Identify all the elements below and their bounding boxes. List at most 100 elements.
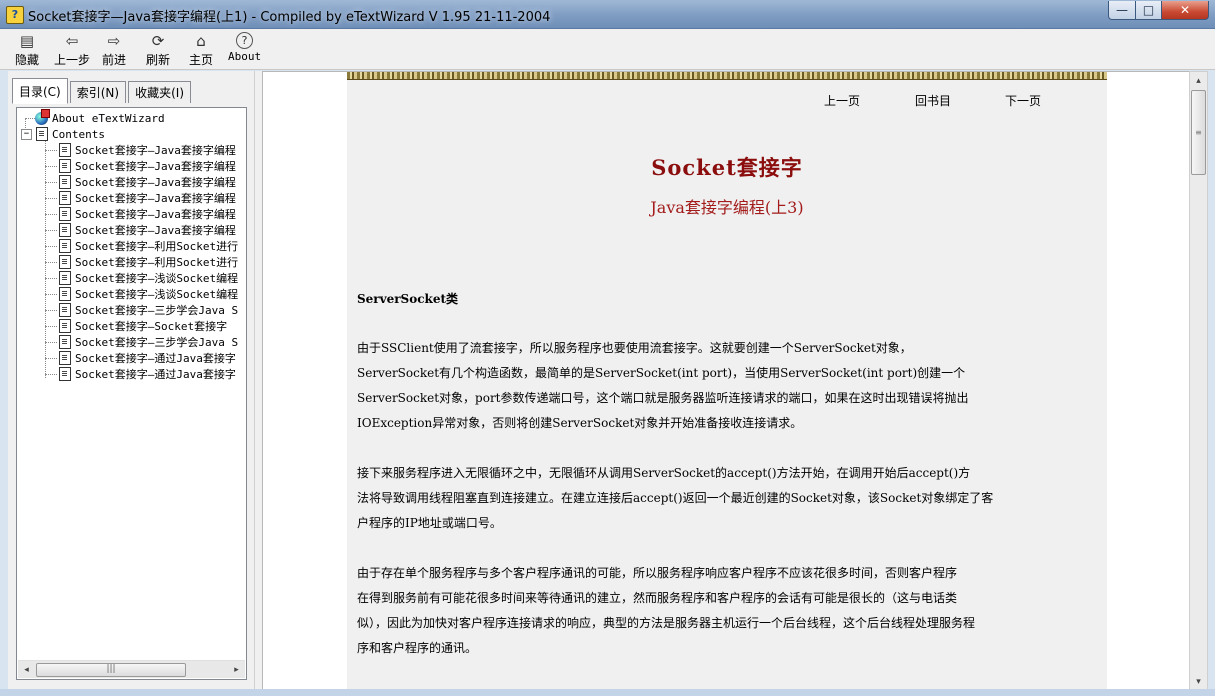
tree-item[interactable]: Socket套接字—Java套接字编程 bbox=[59, 206, 236, 222]
tree-item-label: Socket套接字—利用Socket进行 bbox=[75, 256, 239, 269]
tree-item[interactable]: Socket套接字—通过Java套接字 bbox=[59, 350, 236, 366]
tree-connector bbox=[45, 182, 57, 183]
tab-contents[interactable]: 目录(C) bbox=[12, 78, 68, 104]
paragraph: 由于存在单个服务程序与多个客户程序通讯的可能，所以服务程序响应客户程序不应该花很… bbox=[357, 561, 1087, 661]
decorative-border bbox=[347, 72, 1107, 80]
tree-connector bbox=[45, 358, 57, 359]
tree-connector bbox=[45, 278, 57, 279]
home-icon: ⌂ bbox=[196, 32, 206, 50]
text-line: 户程序的IP地址或端口号。 bbox=[357, 516, 502, 530]
page-title: Socket套接字 bbox=[651, 155, 803, 180]
back-button[interactable]: ⇦ 上一步 bbox=[54, 32, 90, 68]
tree-connector bbox=[25, 118, 35, 119]
tab-favorites[interactable]: 收藏夹(I) bbox=[128, 81, 191, 103]
text-line: 由于SSClient使用了流套接字，所以服务程序也要使用流套接字。这就要创建一个… bbox=[357, 341, 912, 355]
tree-item-label: Socket套接字—Java套接字编程 bbox=[75, 192, 236, 205]
document-icon bbox=[59, 255, 71, 269]
refresh-button-label: 刷新 bbox=[146, 53, 171, 67]
tree-item-label: Socket套接字—Java套接字编程 bbox=[75, 208, 236, 221]
text-line: IOException异常对象，否则将创建ServerSocket对象并开始准备… bbox=[357, 416, 803, 430]
tree-item-label: Socket套接字—Socket套接字 bbox=[75, 320, 228, 333]
tree-item[interactable]: Socket套接字—利用Socket进行 bbox=[59, 254, 238, 270]
tree-item-label: Socket套接字—Java套接字编程 bbox=[75, 160, 236, 173]
tree-connector bbox=[45, 214, 57, 215]
tree-item-label: Socket套接字—Java套接字编程 bbox=[75, 176, 236, 189]
web-page-icon bbox=[35, 108, 50, 125]
tree-item[interactable]: Socket套接字—三步学会Java S bbox=[59, 334, 238, 350]
help-book-icon: ? bbox=[6, 6, 24, 24]
tree-item-label: Contents bbox=[52, 127, 105, 141]
navigation-pane: 目录(C) 索引(N) 收藏夹(I) About eTextWizard − C… bbox=[8, 71, 254, 689]
horizontal-scrollbar[interactable]: ◂ ||| ▸ bbox=[18, 660, 245, 678]
tree-item[interactable]: Socket套接字—Socket套接字 bbox=[59, 318, 227, 334]
scroll-down-button[interactable]: ▾ bbox=[1190, 673, 1207, 690]
hide-button[interactable]: ▤ 隐藏 bbox=[15, 32, 39, 68]
forward-button[interactable]: ⇨ 前进 bbox=[102, 32, 126, 68]
tree-item-label: Socket套接字—利用Socket进行 bbox=[75, 240, 239, 253]
page-subtitle: Java套接字编程(上3) bbox=[650, 198, 804, 217]
tree-item-about[interactable]: About eTextWizard bbox=[35, 108, 165, 126]
home-button[interactable]: ⌂ 主页 bbox=[189, 32, 213, 68]
tree-item-label: Socket套接字—浅谈Socket编程 bbox=[75, 288, 239, 301]
tree-connector bbox=[45, 230, 57, 231]
scrollbar-thumb[interactable]: ||| bbox=[36, 663, 186, 677]
scroll-right-button[interactable]: ▸ bbox=[228, 661, 245, 678]
refresh-button[interactable]: ⟳ 刷新 bbox=[146, 32, 170, 68]
tree-connector bbox=[45, 246, 57, 247]
tree-item[interactable]: Socket套接字—Java套接字编程 bbox=[59, 142, 236, 158]
prev-page-link[interactable]: 上一页 bbox=[824, 92, 860, 109]
about-button[interactable]: ? About bbox=[228, 32, 261, 63]
text-line: 接下来服务程序进入无限循环之中，无限循环从调用ServerSocket的acce… bbox=[357, 466, 971, 480]
paragraph: 由于SSClient使用了流套接字，所以服务程序也要使用流套接字。这就要创建一个… bbox=[357, 336, 1087, 436]
document-icon bbox=[36, 127, 48, 141]
tree-item[interactable]: Socket套接字—利用Socket进行 bbox=[59, 238, 238, 254]
window-title: Socket套接字—Java套接字编程(上1) - Compiled by eT… bbox=[28, 10, 551, 25]
document-icon bbox=[59, 319, 71, 333]
navigation-tabs: 目录(C) 索引(N) 收藏夹(I) bbox=[12, 78, 193, 104]
document-page: 上一页 回书目 下一页 Socket套接字 Java套接字编程(上3) Serv… bbox=[347, 72, 1107, 690]
tree-item[interactable]: Socket套接字—三步学会Java S bbox=[59, 302, 238, 318]
tree-connector bbox=[45, 294, 57, 295]
tree-item[interactable]: Socket套接字—浅谈Socket编程 bbox=[59, 286, 238, 302]
tree-item[interactable]: Socket套接字—Java套接字编程 bbox=[59, 174, 236, 190]
collapse-icon[interactable]: − bbox=[21, 128, 32, 140]
document-icon bbox=[59, 175, 71, 189]
document-icon bbox=[59, 223, 71, 237]
text-line: 在得到服务前有可能花很多时间来等待通讯的建立，然而服务程序和客户程序的会话有可能… bbox=[357, 591, 958, 605]
document-icon bbox=[59, 271, 71, 285]
next-page-link[interactable]: 下一页 bbox=[1005, 92, 1041, 109]
back-button-label: 上一步 bbox=[54, 53, 91, 67]
minimize-button[interactable]: — bbox=[1108, 1, 1136, 20]
scrollbar-thumb[interactable]: ≡ bbox=[1191, 90, 1206, 175]
about-button-label: About bbox=[228, 50, 262, 63]
tree-item[interactable]: Socket套接字—浅谈Socket编程 bbox=[59, 270, 238, 286]
tree-item[interactable]: Socket套接字—Java套接字编程 bbox=[59, 158, 236, 174]
tree-connector bbox=[45, 150, 57, 151]
arrow-right-icon: ⇨ bbox=[107, 32, 121, 50]
book-list-link[interactable]: 回书目 bbox=[915, 92, 951, 109]
scroll-up-button[interactable]: ▴ bbox=[1190, 72, 1207, 89]
tree-connector bbox=[45, 262, 57, 263]
forward-button-label: 前进 bbox=[102, 53, 127, 67]
document-icon bbox=[59, 367, 71, 381]
about-icon: ? bbox=[236, 32, 254, 49]
tree-connector bbox=[45, 198, 57, 199]
text-line: ServerSocket对象，port参数传递端口号，这个端口就是服务器监听连接… bbox=[357, 391, 969, 405]
hide-pane-icon: ▤ bbox=[19, 32, 35, 50]
tree-item[interactable]: Socket套接字—Java套接字编程 bbox=[59, 190, 236, 206]
scroll-left-button[interactable]: ◂ bbox=[18, 661, 35, 678]
tree-item-label: Socket套接字—Java套接字编程 bbox=[75, 224, 236, 237]
tab-index[interactable]: 索引(N) bbox=[69, 81, 127, 103]
maximize-button[interactable]: □ bbox=[1136, 1, 1162, 20]
arrow-left-icon: ⇦ bbox=[65, 32, 79, 50]
tree-item-label: About eTextWizard bbox=[52, 111, 165, 125]
document-icon bbox=[59, 143, 71, 157]
vertical-scrollbar[interactable]: ▴ ≡ ▾ bbox=[1189, 71, 1208, 691]
tree-item[interactable]: Socket套接字—Java套接字编程 bbox=[59, 222, 236, 238]
tree-item[interactable]: Socket套接字—通过Java套接字 bbox=[59, 366, 236, 382]
close-button[interactable]: ✕ bbox=[1162, 1, 1209, 20]
tree-item-label: Socket套接字—Java套接字编程 bbox=[75, 144, 236, 157]
pane-splitter[interactable] bbox=[254, 71, 262, 689]
tree-item-contents[interactable]: − Contents bbox=[21, 126, 105, 142]
tree-connector bbox=[45, 166, 57, 167]
